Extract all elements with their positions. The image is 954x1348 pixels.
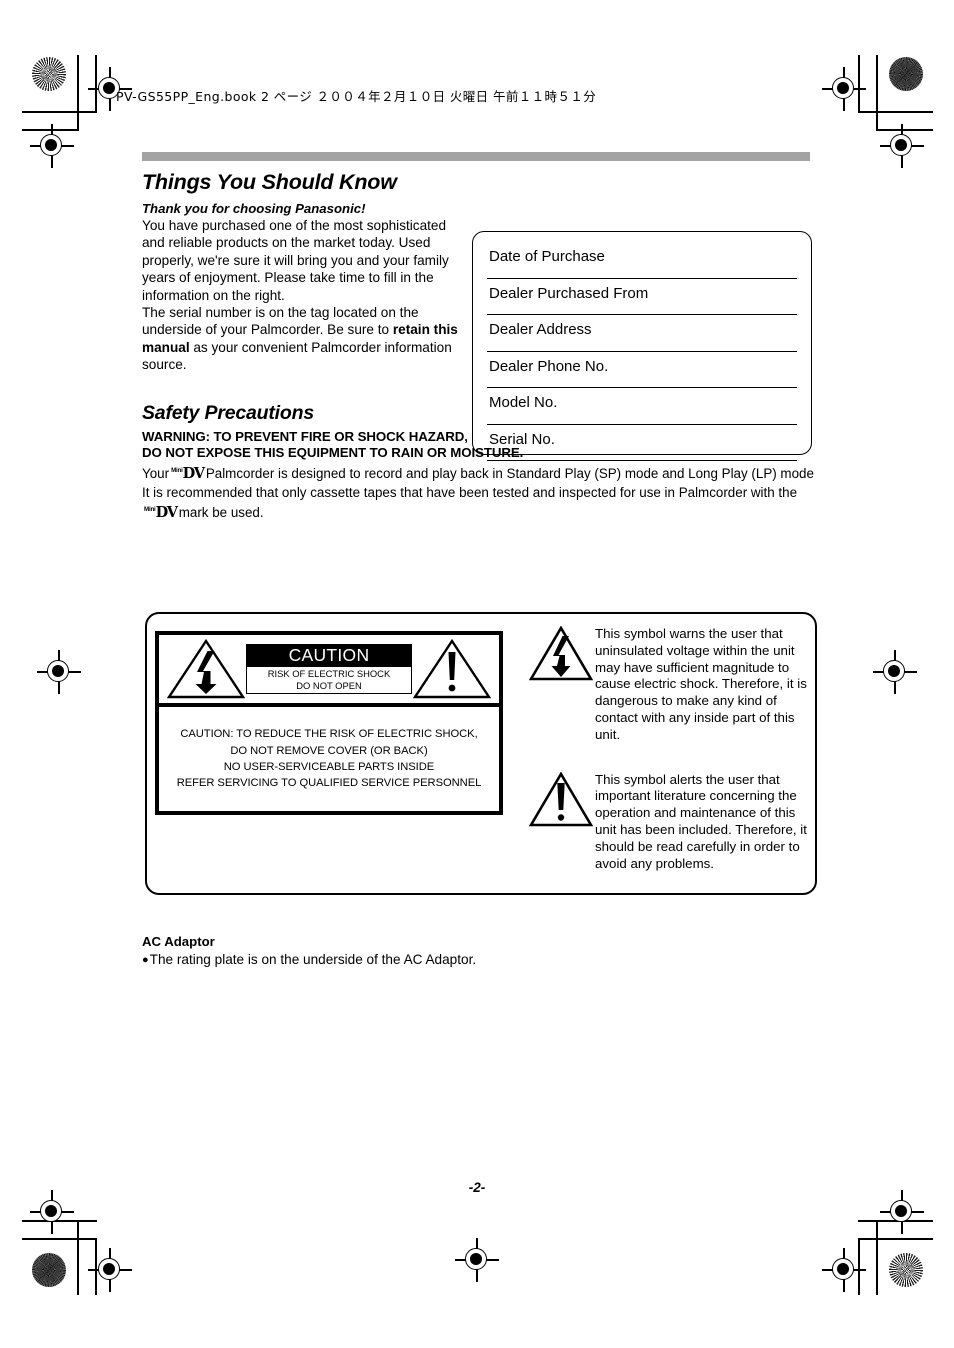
crop-line-tl-h1 [22,111,97,113]
safety-paragraph-2: It is recommended that only cassette tap… [142,485,824,522]
intro-paragraph-2-part1: The serial number is on the tag located … [142,305,419,338]
registration-star-bottom-left [32,1253,66,1287]
safety-paragraph-1-after: Palmcorder is designed to record and pla… [205,466,814,482]
crop-line-tr-v1 [876,55,878,130]
crop-line-tl-v1 [77,55,79,130]
purchase-field-dealer-purchased-from[interactable]: Dealer Purchased From [487,279,797,315]
page-number: -2- [468,1180,486,1195]
crop-line-br-h2 [858,1238,933,1240]
registration-cross-bottom-right-outer [880,1190,924,1234]
safety-paragraph-1: Your MiniDV Palmcorder is designed to reco… [142,463,824,483]
safety-paragraph-1-before: Your [142,466,170,482]
registration-cross-top-right-inner [822,67,866,111]
page-content: Things You Should Know Thank you for cho… [140,152,824,521]
caution-badge-title: CAUTION [246,643,412,667]
caution-badge-subtitle: RISK OF ELECTRIC SHOCK DO NOT OPEN [246,666,412,695]
minidv-mini-text: Mini [171,467,183,475]
explanation-electric-shock-text: This symbol warns the user that uninsula… [595,626,807,742]
intro-body: You have purchased one of the most sophi… [142,217,462,374]
purchase-field-dealer-address[interactable]: Dealer Address [487,315,797,352]
registration-cross-bottom-right-inner [822,1248,866,1292]
minidv-mini-text-2: Mini [144,505,156,513]
caution-notice-line-4: REFER SERVICING TO QUALIFIED SERVICE PER… [176,777,482,790]
explanation-electric-shock: This symbol warns the user that uninsula… [528,624,807,744]
intro-row: Thank you for choosing Panasonic! You ha… [140,201,824,461]
explanation-important-literature: This symbol alerts the user that importa… [528,770,807,873]
caution-symbol-row: CAUTION RISK OF ELECTRIC SHOCK DO NOT OP… [155,631,503,707]
ac-adaptor-section: AC Adaptor ● The rating plate is on the … [142,934,742,969]
caution-badge-subtitle-line1: RISK OF ELECTRIC SHOCK [267,667,391,679]
minidv-dv-text: DV [182,465,205,483]
registration-cross-bottom-left-inner [88,1248,132,1292]
crop-line-br-v1 [876,1220,878,1295]
registration-cross-bottom-left-outer [30,1190,74,1234]
registration-star-top-left [32,57,66,91]
minidv-logo-icon-2: MiniDV [144,502,178,522]
intro-paragraph-2: The serial number is on the tag located … [142,304,462,374]
intro-lead: Thank you for choosing Panasonic! [142,201,366,216]
caution-notice-line-2: DO NOT REMOVE COVER (OR BACK) [230,744,428,757]
caution-badge-subtitle-line2: DO NOT OPEN [296,679,362,691]
registration-cross-bottom-center [455,1238,499,1282]
intro-paragraph-1: You have purchased one of the most sophi… [142,218,449,303]
lightning-bolt-triangle-icon-large [528,624,595,687]
intro-text-column: Thank you for choosing Panasonic! You ha… [140,201,462,374]
registration-star-bottom-right [889,1253,923,1287]
ac-adaptor-title: AC Adaptor [142,934,215,949]
registration-cross-mid-left [37,650,81,694]
purchase-field-serial-no[interactable]: Serial No. [487,425,797,461]
caution-label-group: CAUTION RISK OF ELECTRIC SHOCK DO NOT OP… [155,631,503,815]
caution-panel: CAUTION RISK OF ELECTRIC SHOCK DO NOT OP… [145,612,817,895]
exclamation-triangle-icon-large [528,770,595,833]
section-rule [142,152,810,161]
exclamation-triangle-icon [413,638,491,700]
caution-notice-line-1: CAUTION: TO REDUCE THE RISK OF ELECTRIC … [180,728,478,741]
registration-cross-top-left-outer [30,124,74,168]
minidv-logo-icon: MiniDV [171,463,205,483]
registration-star-top-right [889,57,923,91]
purchase-field-dealer-phone-no[interactable]: Dealer Phone No. [487,352,797,388]
explanation-important-literature-text: This symbol alerts the user that importa… [595,771,807,871]
registration-cross-mid-right [873,650,917,694]
purchase-field-date-of-purchase[interactable]: Date of Purchase [487,242,797,279]
symbol-explanations: This symbol warns the user that uninsula… [528,624,807,873]
crop-line-bl-h2 [22,1238,97,1240]
print-slug: PV-GS55PP_Eng.book 2 ページ ２００４年２月１０日 火曜日 … [116,89,597,104]
caution-notice-line-3: NO USER-SERVICEABLE PARTS INSIDE [223,761,435,773]
safety-paragraph-2-before: It is recommended that only cassette tap… [142,484,798,500]
ac-adaptor-bullet-item: ● The rating plate is on the underside o… [142,951,742,969]
minidv-dv-text-2: DV [155,503,178,521]
ac-adaptor-bullet-text: The rating plate is on the underside of … [149,952,477,967]
safety-paragraph-2-after: mark be used. [178,504,264,520]
purchase-field-model-no[interactable]: Model No. [487,388,797,425]
bullet-icon: ● [142,954,149,966]
lightning-bolt-triangle-icon [167,638,245,700]
crop-line-tr-h1 [858,111,933,113]
caution-notice-box: CAUTION: TO REDUCE THE RISK OF ELECTRIC … [155,707,503,815]
registration-cross-top-right-outer [880,124,924,168]
crop-line-bl-v1 [77,1220,79,1295]
page-title: Things You Should Know [142,170,397,194]
purchase-record-box: Date of Purchase Dealer Purchased From D… [472,231,812,461]
caution-badge: CAUTION RISK OF ELECTRIC SHOCK DO NOT OP… [246,643,412,695]
